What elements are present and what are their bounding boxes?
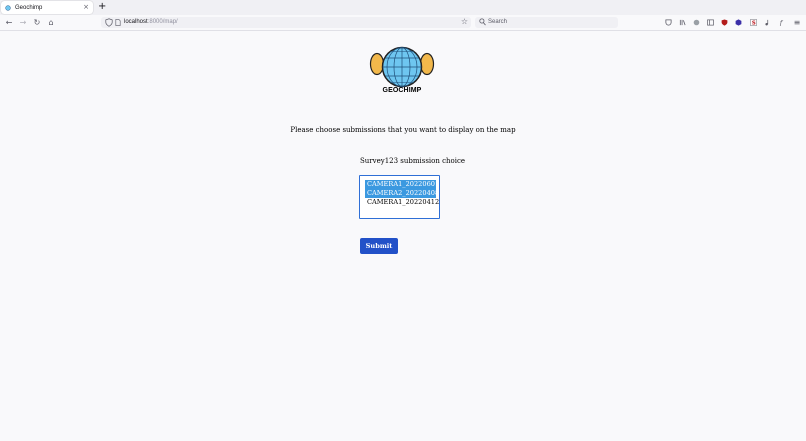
music-note-icon[interactable] [764,19,771,26]
tab-geochimp[interactable]: Geochimp × [1,1,93,14]
svg-text:f: f [779,19,784,26]
back-button[interactable]: ← [3,16,15,29]
logo-text: GEOCHIMP [382,87,422,94]
reload-button[interactable]: ↻ [31,16,43,29]
shield-icon[interactable] [105,18,113,27]
search-bar[interactable]: Search [475,17,618,28]
library-icon[interactable] [679,19,686,26]
tab-title: Geochimp [15,4,43,11]
home-button[interactable]: ⌂ [45,16,57,29]
navigation-toolbar: ← → ↻ ⌂ localhost:8000/map/ ☆ Search S f… [0,15,806,31]
new-tab-button[interactable]: + [98,1,106,13]
search-icon [479,18,486,26]
page-instruction: Please choose submissions that you want … [290,126,516,134]
ublock-shield-icon[interactable] [721,19,728,26]
extension-hexagon-icon[interactable] [735,19,742,26]
option-camera1-20220601[interactable]: CAMERA1_20220601 [365,180,439,189]
close-tab-icon[interactable]: × [83,3,89,11]
url-text[interactable]: localhost:8000/map/ [124,18,178,27]
page-info-icon[interactable] [115,19,121,26]
svg-text:S: S [752,21,756,26]
sidebar-icon[interactable] [707,19,714,26]
submission-multiselect[interactable]: CAMERA1_20220601 CAMERA2_20220408 CAMERA… [359,175,440,219]
option-camera2-20220408[interactable]: CAMERA2_20220408 [365,189,439,198]
search-input[interactable]: Search [488,18,507,27]
extension-s-icon[interactable]: S [750,19,757,26]
globe-favicon-icon [5,4,11,11]
url-bar[interactable]: localhost:8000/map/ ☆ [101,17,471,28]
extension-f-icon[interactable]: f [778,19,785,26]
forward-button[interactable]: → [17,16,29,29]
option-camera1-20220412[interactable]: CAMERA1_20220412 [365,198,441,207]
bookmark-star-icon[interactable]: ☆ [461,17,468,26]
submit-button[interactable]: Submit [360,238,398,254]
pocket-icon[interactable] [665,19,672,26]
menu-icon[interactable]: ≡ [791,16,803,29]
extension-globe-icon[interactable] [693,19,700,26]
tab-strip: Geochimp × + [0,0,806,15]
submission-choice-label: Survey123 submission choice [360,157,466,165]
